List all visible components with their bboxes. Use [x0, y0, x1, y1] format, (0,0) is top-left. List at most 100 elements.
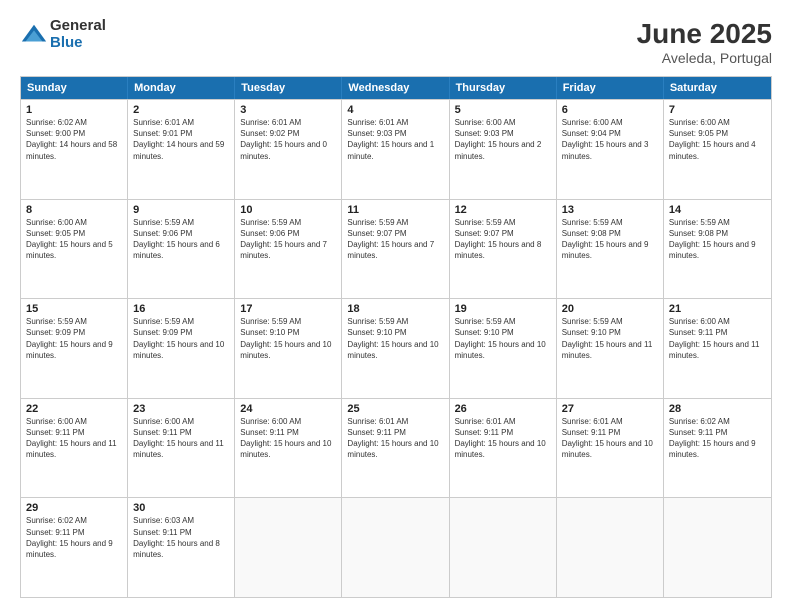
day-num: 7 — [669, 104, 766, 116]
cell-empty-1 — [235, 498, 342, 597]
header-wednesday: Wednesday — [342, 77, 449, 99]
day-num: 13 — [562, 204, 658, 216]
day-num: 16 — [133, 303, 229, 315]
cell-8: 8 Sunrise: 6:00 AM Sunset: 9:05 PM Dayli… — [21, 200, 128, 299]
cell-text: Sunrise: 6:00 AM Sunset: 9:11 PM Dayligh… — [669, 316, 766, 361]
logo-icon — [20, 21, 48, 49]
day-num: 26 — [455, 403, 551, 415]
week-5: 29 Sunrise: 6:02 AM Sunset: 9:11 PM Dayl… — [21, 497, 771, 597]
cell-text: Sunrise: 5:59 AM Sunset: 9:06 PM Dayligh… — [133, 217, 229, 262]
cell-6: 6 Sunrise: 6:00 AM Sunset: 9:04 PM Dayli… — [557, 100, 664, 199]
day-num: 10 — [240, 204, 336, 216]
cell-25: 25 Sunrise: 6:01 AM Sunset: 9:11 PM Dayl… — [342, 399, 449, 498]
cell-text: Sunrise: 6:01 AM Sunset: 9:11 PM Dayligh… — [455, 416, 551, 461]
cell-text: Sunrise: 6:02 AM Sunset: 9:00 PM Dayligh… — [26, 117, 122, 162]
cell-10: 10 Sunrise: 5:59 AM Sunset: 9:06 PM Dayl… — [235, 200, 342, 299]
logo-text: General Blue — [50, 18, 106, 51]
cell-11: 11 Sunrise: 5:59 AM Sunset: 9:07 PM Dayl… — [342, 200, 449, 299]
calendar-header: Sunday Monday Tuesday Wednesday Thursday… — [21, 77, 771, 99]
cell-text: Sunrise: 6:00 AM Sunset: 9:05 PM Dayligh… — [26, 217, 122, 262]
cell-text: Sunrise: 6:01 AM Sunset: 9:01 PM Dayligh… — [133, 117, 229, 162]
day-num: 11 — [347, 204, 443, 216]
cell-text: Sunrise: 6:02 AM Sunset: 9:11 PM Dayligh… — [669, 416, 766, 461]
cell-text: Sunrise: 5:59 AM Sunset: 9:06 PM Dayligh… — [240, 217, 336, 262]
cell-text: Sunrise: 6:01 AM Sunset: 9:02 PM Dayligh… — [240, 117, 336, 162]
cell-text: Sunrise: 5:59 AM Sunset: 9:10 PM Dayligh… — [347, 316, 443, 361]
header-thursday: Thursday — [450, 77, 557, 99]
day-num: 21 — [669, 303, 766, 315]
day-num: 9 — [133, 204, 229, 216]
cell-text: Sunrise: 5:59 AM Sunset: 9:07 PM Dayligh… — [455, 217, 551, 262]
day-num: 2 — [133, 104, 229, 116]
cell-15: 15 Sunrise: 5:59 AM Sunset: 9:09 PM Dayl… — [21, 299, 128, 398]
day-num: 12 — [455, 204, 551, 216]
cell-12: 12 Sunrise: 5:59 AM Sunset: 9:07 PM Dayl… — [450, 200, 557, 299]
day-num: 17 — [240, 303, 336, 315]
cell-empty-3 — [450, 498, 557, 597]
day-num: 14 — [669, 204, 766, 216]
week-3: 15 Sunrise: 5:59 AM Sunset: 9:09 PM Dayl… — [21, 298, 771, 398]
day-num: 30 — [133, 502, 229, 514]
header-sunday: Sunday — [21, 77, 128, 99]
cell-26: 26 Sunrise: 6:01 AM Sunset: 9:11 PM Dayl… — [450, 399, 557, 498]
cell-text: Sunrise: 6:00 AM Sunset: 9:11 PM Dayligh… — [240, 416, 336, 461]
day-num: 18 — [347, 303, 443, 315]
day-num: 19 — [455, 303, 551, 315]
cell-text: Sunrise: 6:00 AM Sunset: 9:03 PM Dayligh… — [455, 117, 551, 162]
day-num: 29 — [26, 502, 122, 514]
day-num: 8 — [26, 204, 122, 216]
page: General Blue June 2025 Aveleda, Portugal… — [0, 0, 792, 612]
day-num: 28 — [669, 403, 766, 415]
cell-19: 19 Sunrise: 5:59 AM Sunset: 9:10 PM Dayl… — [450, 299, 557, 398]
cell-29: 29 Sunrise: 6:02 AM Sunset: 9:11 PM Dayl… — [21, 498, 128, 597]
day-num: 15 — [26, 303, 122, 315]
cell-17: 17 Sunrise: 5:59 AM Sunset: 9:10 PM Dayl… — [235, 299, 342, 398]
cell-22: 22 Sunrise: 6:00 AM Sunset: 9:11 PM Dayl… — [21, 399, 128, 498]
cell-text: Sunrise: 6:03 AM Sunset: 9:11 PM Dayligh… — [133, 515, 229, 560]
cell-21: 21 Sunrise: 6:00 AM Sunset: 9:11 PM Dayl… — [664, 299, 771, 398]
cell-text: Sunrise: 6:01 AM Sunset: 9:11 PM Dayligh… — [347, 416, 443, 461]
day-num: 5 — [455, 104, 551, 116]
header-monday: Monday — [128, 77, 235, 99]
header-friday: Friday — [557, 77, 664, 99]
cell-23: 23 Sunrise: 6:00 AM Sunset: 9:11 PM Dayl… — [128, 399, 235, 498]
cell-3: 3 Sunrise: 6:01 AM Sunset: 9:02 PM Dayli… — [235, 100, 342, 199]
cell-text: Sunrise: 5:59 AM Sunset: 9:09 PM Dayligh… — [26, 316, 122, 361]
day-num: 6 — [562, 104, 658, 116]
day-num: 24 — [240, 403, 336, 415]
week-1: 1 Sunrise: 6:02 AM Sunset: 9:00 PM Dayli… — [21, 99, 771, 199]
cell-text: Sunrise: 6:00 AM Sunset: 9:05 PM Dayligh… — [669, 117, 766, 162]
title-block: June 2025 Aveleda, Portugal — [637, 18, 772, 66]
cell-text: Sunrise: 6:02 AM Sunset: 9:11 PM Dayligh… — [26, 515, 122, 560]
title-month: June 2025 — [637, 18, 772, 50]
cell-18: 18 Sunrise: 5:59 AM Sunset: 9:10 PM Dayl… — [342, 299, 449, 398]
day-num: 25 — [347, 403, 443, 415]
week-4: 22 Sunrise: 6:00 AM Sunset: 9:11 PM Dayl… — [21, 398, 771, 498]
day-num: 27 — [562, 403, 658, 415]
cell-5: 5 Sunrise: 6:00 AM Sunset: 9:03 PM Dayli… — [450, 100, 557, 199]
cell-text: Sunrise: 6:00 AM Sunset: 9:04 PM Dayligh… — [562, 117, 658, 162]
cell-1: 1 Sunrise: 6:02 AM Sunset: 9:00 PM Dayli… — [21, 100, 128, 199]
cell-text: Sunrise: 6:00 AM Sunset: 9:11 PM Dayligh… — [26, 416, 122, 461]
week-2: 8 Sunrise: 6:00 AM Sunset: 9:05 PM Dayli… — [21, 199, 771, 299]
logo-general: General — [50, 18, 106, 35]
cell-empty-4 — [557, 498, 664, 597]
cell-text: Sunrise: 6:01 AM Sunset: 9:03 PM Dayligh… — [347, 117, 443, 162]
cell-text: Sunrise: 5:59 AM Sunset: 9:10 PM Dayligh… — [455, 316, 551, 361]
day-num: 3 — [240, 104, 336, 116]
logo-blue: Blue — [50, 35, 106, 52]
cell-16: 16 Sunrise: 5:59 AM Sunset: 9:09 PM Dayl… — [128, 299, 235, 398]
cell-text: Sunrise: 5:59 AM Sunset: 9:10 PM Dayligh… — [562, 316, 658, 361]
header-saturday: Saturday — [664, 77, 771, 99]
cell-4: 4 Sunrise: 6:01 AM Sunset: 9:03 PM Dayli… — [342, 100, 449, 199]
cell-30: 30 Sunrise: 6:03 AM Sunset: 9:11 PM Dayl… — [128, 498, 235, 597]
cell-empty-2 — [342, 498, 449, 597]
calendar-body: 1 Sunrise: 6:02 AM Sunset: 9:00 PM Dayli… — [21, 99, 771, 597]
cell-13: 13 Sunrise: 5:59 AM Sunset: 9:08 PM Dayl… — [557, 200, 664, 299]
cell-text: Sunrise: 6:00 AM Sunset: 9:11 PM Dayligh… — [133, 416, 229, 461]
cell-2: 2 Sunrise: 6:01 AM Sunset: 9:01 PM Dayli… — [128, 100, 235, 199]
calendar: Sunday Monday Tuesday Wednesday Thursday… — [20, 76, 772, 598]
cell-14: 14 Sunrise: 5:59 AM Sunset: 9:08 PM Dayl… — [664, 200, 771, 299]
day-num: 4 — [347, 104, 443, 116]
cell-9: 9 Sunrise: 5:59 AM Sunset: 9:06 PM Dayli… — [128, 200, 235, 299]
